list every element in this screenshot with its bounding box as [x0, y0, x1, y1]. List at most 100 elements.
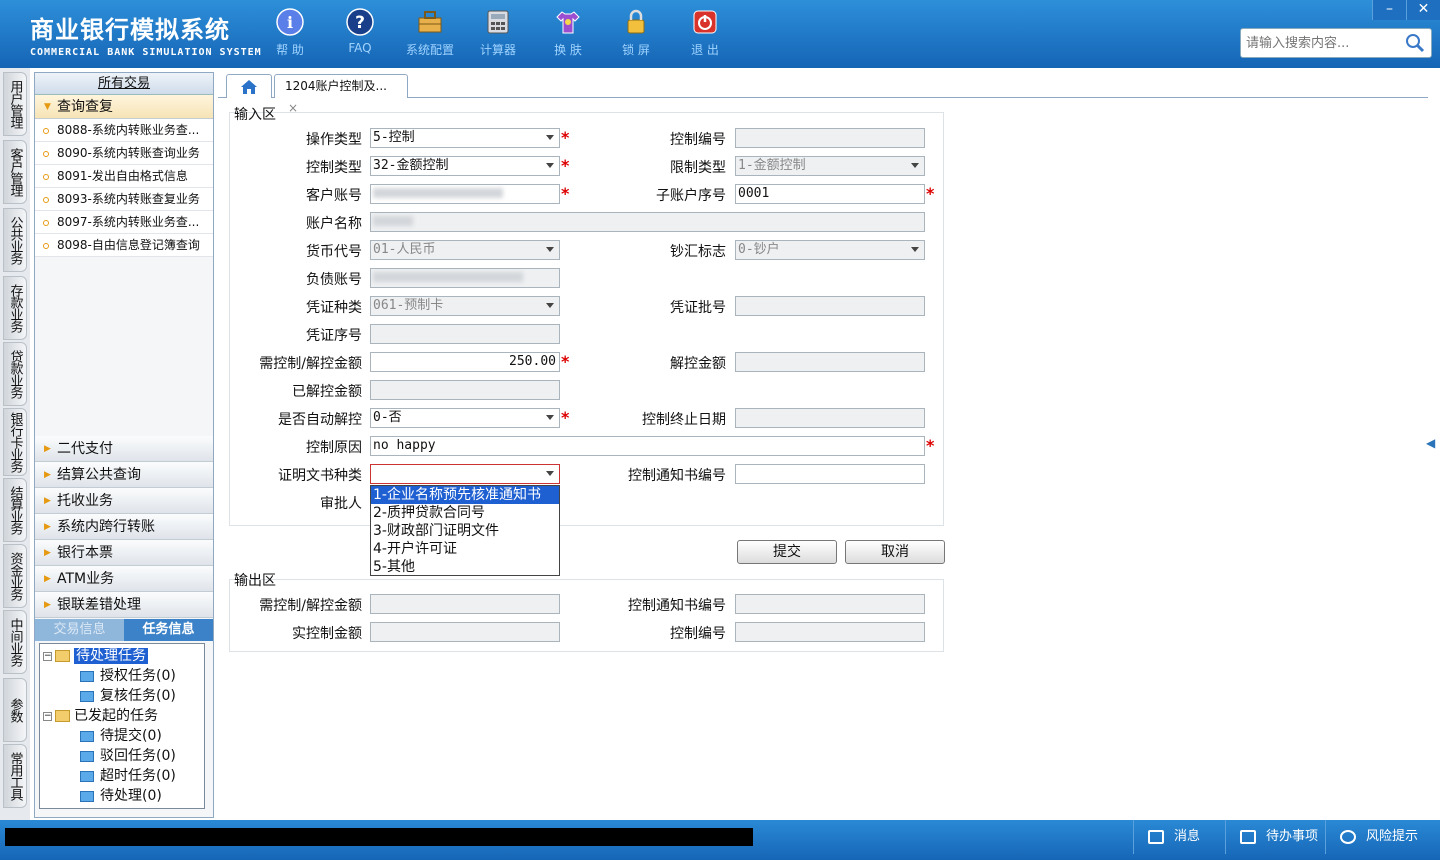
- exit-button[interactable]: 退 出: [675, 8, 735, 58]
- input-ctrl-amount[interactable]: 250.00: [370, 352, 560, 372]
- tab-home[interactable]: [226, 74, 272, 98]
- faq-button[interactable]: ? FAQ: [330, 8, 390, 55]
- select-auto-release[interactable]: 0-否: [370, 408, 560, 428]
- list-item[interactable]: 8088-系统内转账业务查...: [35, 119, 213, 142]
- tree-node-rejected[interactable]: 驳回任务(0): [80, 746, 176, 766]
- label-out-ctrl-amount: 需控制/解控金额: [259, 598, 362, 614]
- toolbox-icon: [418, 11, 442, 33]
- group-label: 查询查复: [57, 99, 113, 115]
- tree-node-review-tasks[interactable]: 复核任务(0): [80, 686, 176, 706]
- tab-account-control[interactable]: 1204账户控制及... ×: [274, 74, 408, 115]
- group-collection[interactable]: ▶ 托收业务: [35, 488, 213, 514]
- input-ctrl-reason[interactable]: no happy: [370, 436, 925, 456]
- bullet-icon: [43, 151, 49, 157]
- label-out-notice-no: 控制通知书编号: [628, 598, 726, 614]
- list-item[interactable]: 8091-发出自由格式信息: [35, 165, 213, 188]
- vtab-intermediary[interactable]: 中间业务: [3, 610, 27, 674]
- minimize-button[interactable]: –: [1372, 0, 1406, 20]
- select-op-type[interactable]: 5-控制: [370, 128, 560, 148]
- tree-node-to-process[interactable]: 待处理(0): [80, 786, 162, 806]
- vtab-deposit[interactable]: 存款业务: [3, 276, 27, 340]
- label-out-ctrl-no: 控制编号: [670, 626, 726, 642]
- vtab-public-business[interactable]: 公共业务: [3, 208, 27, 272]
- panel-title[interactable]: 所有交易: [35, 73, 213, 95]
- vtab-user-mgmt[interactable]: 用户管理: [3, 72, 27, 136]
- tab-transaction-info[interactable]: 交易信息: [35, 619, 124, 641]
- output-ctrl-amount: [370, 594, 560, 614]
- select-ctrl-type[interactable]: 32-金额控制: [370, 156, 560, 176]
- label-ctrl-type: 控制类型: [306, 160, 362, 176]
- dropdown-option[interactable]: 4-开户许可证: [371, 540, 559, 558]
- collapse-panel-handle[interactable]: ◀: [1426, 418, 1436, 468]
- vtab-parameters[interactable]: 参数: [3, 678, 27, 742]
- dropdown-option[interactable]: 2-质押贷款合同号: [371, 504, 559, 522]
- search-icon[interactable]: [1405, 33, 1425, 53]
- tree-node-to-submit[interactable]: 待提交(0): [80, 726, 162, 746]
- group-atm[interactable]: ▶ ATM业务: [35, 566, 213, 592]
- module-tabs: 用户管理 客户管理 公共业务 存款业务 贷款业务 银行卡业务 结算业务 资金业务…: [0, 68, 30, 820]
- exit-label: 退 出: [691, 43, 719, 57]
- group-second-gen-payment[interactable]: ▶ 二代支付: [35, 436, 213, 462]
- input-notice-no[interactable]: [735, 464, 925, 484]
- tree-node-auth-tasks[interactable]: 授权任务(0): [80, 666, 176, 686]
- todo-button[interactable]: 待办事项: [1225, 820, 1325, 854]
- search-input[interactable]: [1241, 29, 1401, 57]
- select-doc-type[interactable]: [370, 464, 560, 484]
- tree-node-timeout[interactable]: 超时任务(0): [80, 766, 176, 786]
- app-brand: 商业银行模拟系统 COMMERCIAL BANK SIMULATION SYST…: [30, 10, 262, 58]
- label-notice-no: 控制通知书编号: [628, 468, 726, 484]
- dropdown-arrow-icon: [546, 303, 554, 308]
- input-cust-acct[interactable]: [370, 184, 560, 204]
- dropdown-option[interactable]: 3-财政部门证明文件: [371, 522, 559, 540]
- window-controls: – ✕: [1372, 0, 1440, 20]
- vtab-settlement[interactable]: 结算业务: [3, 478, 27, 542]
- chat-bubble-icon: [1340, 829, 1356, 844]
- tab-task-info[interactable]: 任务信息: [124, 619, 213, 641]
- help-icon: ?: [346, 8, 374, 36]
- chevron-right-icon: ▶: [44, 522, 51, 532]
- label-voucher-batch: 凭证批号: [670, 300, 726, 316]
- tree-node-pending[interactable]: − 待处理任务: [43, 646, 148, 666]
- vtab-funds[interactable]: 资金业务: [3, 544, 27, 608]
- list-item[interactable]: 8098-自由信息登记簿查询: [35, 234, 213, 257]
- collapse-icon[interactable]: −: [43, 651, 52, 661]
- system-config-button[interactable]: 系统配置: [400, 8, 460, 58]
- messages-button[interactable]: 消息: [1133, 820, 1225, 854]
- collapse-icon[interactable]: −: [43, 711, 52, 721]
- group-settlement-query[interactable]: ▶ 结算公共查询: [35, 462, 213, 488]
- label-doc-type: 证明文书种类: [278, 468, 362, 484]
- label-acct-name: 账户名称: [306, 216, 362, 232]
- input-sub-acct-seq[interactable]: 0001: [735, 184, 925, 204]
- group-cashier-cheque[interactable]: ▶ 银行本票: [35, 540, 213, 566]
- dropdown-arrow-icon: [546, 135, 554, 140]
- vtab-common-tools[interactable]: 常用工具: [3, 744, 27, 808]
- dropdown-option[interactable]: 5-其他: [371, 558, 559, 576]
- input-released-amount: [370, 380, 560, 400]
- help-button[interactable]: i 帮 助: [260, 8, 320, 58]
- list-item[interactable]: 8097-系统内转账业务查...: [35, 211, 213, 234]
- vtab-customer-mgmt[interactable]: 客户管理: [3, 140, 27, 204]
- calculator-button[interactable]: 计算器: [468, 8, 528, 58]
- group-unionpay-errors[interactable]: ▶ 银联差错处理: [35, 592, 213, 618]
- list-item[interactable]: 8090-系统内转账查询业务: [35, 142, 213, 165]
- required-mark: *: [561, 352, 570, 371]
- dropdown-option[interactable]: 1-企业名称预先核准通知书: [371, 486, 559, 504]
- checkbox-icon: [1240, 829, 1256, 844]
- lock-screen-button[interactable]: 锁 屏: [606, 8, 666, 58]
- svg-text:?: ?: [355, 13, 365, 33]
- tree-node-initiated[interactable]: − 已发起的任务: [43, 706, 158, 726]
- submit-button[interactable]: 提交: [737, 540, 837, 564]
- group-query-reply[interactable]: ▼ 查询查复: [35, 95, 213, 119]
- cancel-button[interactable]: 取消: [845, 540, 945, 564]
- skin-button[interactable]: 换 肤: [538, 8, 598, 58]
- vtab-bank-card[interactable]: 银行卡业务: [3, 408, 27, 476]
- close-window-button[interactable]: ✕: [1406, 0, 1440, 20]
- input-acct-name: [370, 212, 925, 232]
- calculator-label: 计算器: [479, 43, 516, 57]
- envelope-icon: [1148, 829, 1164, 844]
- vtab-loan[interactable]: 贷款业务: [3, 342, 27, 406]
- group-interbank-transfer[interactable]: ▶ 系统内跨行转账: [35, 514, 213, 540]
- risk-alert-button[interactable]: 风险提示: [1325, 820, 1440, 854]
- output-ctrl-no: [735, 622, 925, 642]
- list-item[interactable]: 8093-系统内转账查复业务: [35, 188, 213, 211]
